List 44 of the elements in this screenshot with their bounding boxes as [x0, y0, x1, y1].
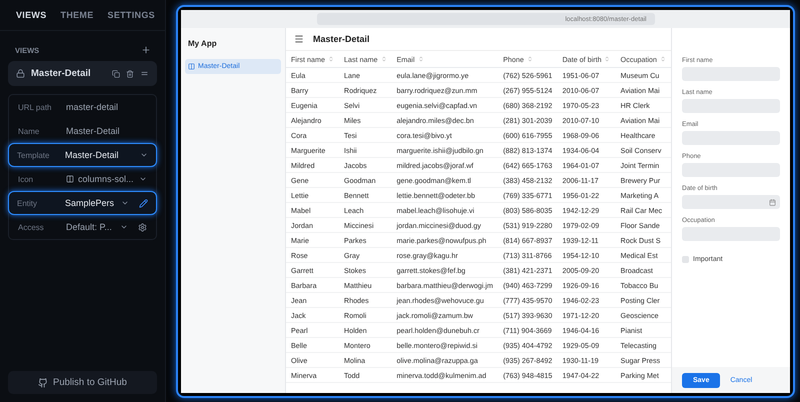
property-value: SamplePers: [65, 198, 114, 208]
panel-tab[interactable]: THEME: [60, 10, 94, 20]
panel-tab[interactable]: SETTINGS: [108, 10, 155, 20]
property-select[interactable]: Access Default: P...: [9, 215, 156, 239]
columns-icon: [66, 175, 74, 183]
property-row[interactable]: URL path master-detail: [9, 95, 156, 119]
property-label: Entity: [17, 198, 38, 208]
property-value: Default: P...: [66, 222, 112, 232]
menu-button[interactable]: [294, 34, 304, 44]
chevron-icon: [121, 199, 129, 207]
property-row[interactable]: Name Master-Detail: [9, 119, 156, 143]
copy-button[interactable]: [112, 70, 120, 78]
property-select[interactable]: Entity SamplePers: [8, 191, 157, 215]
property-value: master-detail: [66, 102, 118, 112]
view-name: Master-Detail: [31, 68, 91, 79]
delete-button[interactable]: [126, 70, 134, 78]
property-select[interactable]: Template Master-Detail: [8, 143, 157, 167]
property-label: Template: [17, 150, 50, 160]
chevron-icon: [139, 175, 147, 183]
property-value: Master-Detail: [65, 150, 119, 160]
page-title: Master-Detail: [313, 34, 370, 44]
view-item[interactable]: Master-Detail: [8, 61, 157, 86]
columns-icon: [188, 63, 195, 70]
lock-icon: [16, 69, 25, 78]
date-field[interactable]: [682, 195, 780, 209]
checkbox[interactable]: [682, 256, 689, 263]
property-value: columns-sol...: [78, 174, 134, 184]
property-select[interactable]: Icon columns-sol...: [9, 167, 156, 191]
property-label: Name: [18, 126, 40, 136]
add-button[interactable]: [141, 45, 151, 55]
edit-button[interactable]: [139, 198, 148, 208]
settings-button[interactable]: [138, 222, 147, 232]
property-label: Icon: [18, 174, 34, 184]
chevron-icon: [140, 151, 148, 159]
app-title: My App: [187, 38, 218, 50]
property-value: Master-Detail: [66, 126, 120, 136]
property-label: Access: [18, 222, 45, 232]
chevron-icon: [120, 223, 128, 231]
panel-tab[interactable]: VIEWS: [16, 10, 47, 20]
drag-handle[interactable]: [140, 69, 149, 78]
property-label: URL path: [18, 102, 52, 112]
calendar-icon: [769, 198, 776, 206]
github-icon: [38, 378, 48, 388]
publish-button[interactable]: Publish to GitHub: [8, 371, 157, 394]
